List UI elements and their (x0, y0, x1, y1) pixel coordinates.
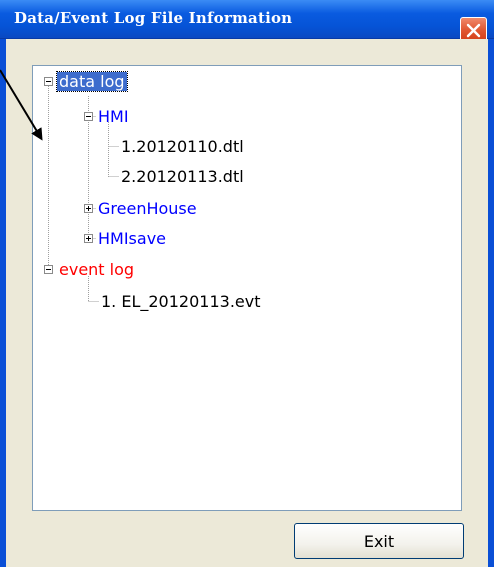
annotation-arrow (0, 69, 43, 141)
dialog-window: Data/Event Log File Information data log… (0, 0, 494, 567)
